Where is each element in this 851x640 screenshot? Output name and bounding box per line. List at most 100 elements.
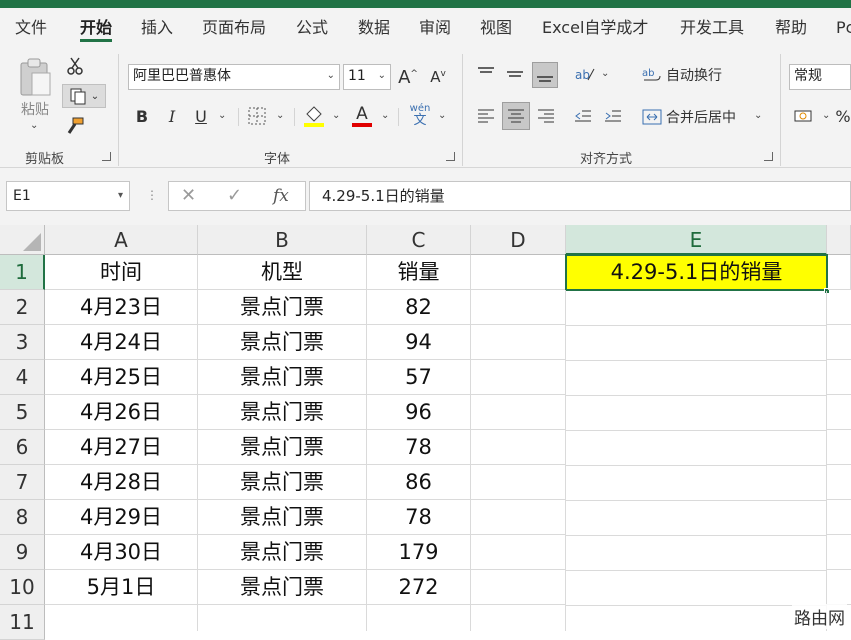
row-header-4[interactable]: 4 <box>0 360 45 395</box>
row-header-3[interactable]: 3 <box>0 325 45 360</box>
confirm-icon[interactable]: ✓ <box>227 182 242 210</box>
increase-font-size-button[interactable]: A^ <box>396 64 420 90</box>
cell-date[interactable]: 4月26日 <box>45 395 198 430</box>
tab-developer[interactable]: 开发工具 <box>680 8 744 48</box>
select-all-button[interactable] <box>0 225 45 255</box>
cell-b1[interactable]: 机型 <box>198 255 367 290</box>
phonetic-button[interactable]: wén 文 <box>406 102 434 130</box>
cell-type[interactable]: 景点门票 <box>198 535 367 570</box>
tab-data[interactable]: 数据 <box>358 8 390 48</box>
tab-excel-learning[interactable]: Excel自学成才 <box>542 8 648 48</box>
fill-color-dropdown-icon[interactable]: ⌄ <box>332 110 340 121</box>
tab-page-layout[interactable]: 页面布局 <box>202 8 266 48</box>
tab-insert[interactable]: 插入 <box>141 8 173 48</box>
tab-review[interactable]: 审阅 <box>419 8 451 48</box>
row-header-2[interactable]: 2 <box>0 290 45 325</box>
empty-column-d[interactable] <box>471 290 566 631</box>
cell-type[interactable]: 景点门票 <box>198 325 367 360</box>
borders-dropdown-icon[interactable]: ⌄ <box>276 110 284 121</box>
column-header-a[interactable]: A <box>45 225 198 255</box>
cell-type[interactable]: 景点门票 <box>198 360 367 395</box>
font-launcher-icon[interactable] <box>446 152 455 161</box>
row-header-6[interactable]: 6 <box>0 430 45 465</box>
bold-button[interactable]: B <box>132 104 152 128</box>
number-format-select[interactable]: 常规 <box>789 64 851 90</box>
formula-input[interactable]: 4.29-5.1日的销量 <box>309 181 851 211</box>
cancel-icon[interactable]: ✕ <box>181 182 196 210</box>
underline-dropdown-icon[interactable]: ⌄ <box>218 110 226 121</box>
cell-sales[interactable]: 86 <box>367 465 471 500</box>
underline-button[interactable]: U <box>191 104 211 128</box>
align-center-button[interactable] <box>502 102 530 130</box>
cell-c1[interactable]: 销量 <box>367 255 471 290</box>
row-header-5[interactable]: 5 <box>0 395 45 430</box>
decrease-indent-button[interactable] <box>571 104 595 128</box>
orientation-button[interactable]: ab <box>572 62 598 86</box>
align-middle-button[interactable] <box>503 62 527 86</box>
tab-help[interactable]: 帮助 <box>775 8 807 48</box>
name-box[interactable]: E1 ▾ <box>6 181 130 211</box>
cell-sales[interactable]: 78 <box>367 430 471 465</box>
font-color-dropdown-icon[interactable]: ⌄ <box>381 110 389 121</box>
cell-date[interactable]: 4月30日 <box>45 535 198 570</box>
cell-date[interactable]: 4月23日 <box>45 290 198 325</box>
paste-button[interactable]: 粘贴 <box>14 54 56 122</box>
align-left-button[interactable] <box>474 104 498 128</box>
cell-sales[interactable]: 179 <box>367 535 471 570</box>
cell-sales[interactable]: 94 <box>367 325 471 360</box>
cell-type[interactable]: 景点门票 <box>198 500 367 535</box>
paste-dropdown-icon[interactable]: ⌄ <box>30 120 38 131</box>
increase-indent-button[interactable] <box>601 104 625 128</box>
cell-sales[interactable]: 78 <box>367 500 471 535</box>
empty-column-f[interactable] <box>827 290 851 631</box>
phonetic-dropdown-icon[interactable]: ⌄ <box>438 110 446 121</box>
accounting-dropdown-icon[interactable]: ⌄ <box>822 110 830 121</box>
tab-home[interactable]: 开始 <box>80 8 112 48</box>
decrease-font-size-button[interactable]: Av <box>426 64 450 90</box>
tab-view[interactable]: 视图 <box>480 8 512 48</box>
cell-date[interactable]: 4月28日 <box>45 465 198 500</box>
tab-overflow[interactable]: Pc <box>836 8 851 48</box>
row-header-7[interactable]: 7 <box>0 465 45 500</box>
cell-type[interactable]: 景点门票 <box>198 570 367 605</box>
column-header-d[interactable]: D <box>471 225 566 255</box>
cell-date[interactable]: 5月1日 <box>45 570 198 605</box>
cell-type[interactable]: 景点门票 <box>198 290 367 325</box>
borders-button[interactable] <box>246 104 268 128</box>
merge-center-button[interactable]: 合并后居中 <box>642 104 752 130</box>
alignment-launcher-icon[interactable] <box>764 152 773 161</box>
cell-sales[interactable]: 82 <box>367 290 471 325</box>
cell-f1[interactable] <box>828 255 851 290</box>
empty-column-e[interactable] <box>566 291 827 631</box>
orientation-dropdown-icon[interactable]: ⌄ <box>601 68 609 79</box>
cell-type[interactable]: 景点门票 <box>198 465 367 500</box>
percent-icon[interactable]: % <box>836 104 850 128</box>
cell-type[interactable]: 景点门票 <box>198 395 367 430</box>
column-header-b[interactable]: B <box>198 225 367 255</box>
row-header-10[interactable]: 10 <box>0 570 45 605</box>
row-header-11[interactable]: 11 <box>0 605 45 640</box>
cell-e1-active[interactable]: 4.29-5.1日的销量 <box>565 254 828 291</box>
column-header-e[interactable]: E <box>566 225 827 255</box>
merge-dropdown-icon[interactable]: ⌄ <box>754 110 762 121</box>
row-header-8[interactable]: 8 <box>0 500 45 535</box>
cell-a1[interactable]: 时间 <box>45 255 198 290</box>
cell-date[interactable]: 4月27日 <box>45 430 198 465</box>
empty-row-11[interactable] <box>45 605 471 631</box>
cut-button[interactable] <box>64 54 86 78</box>
copy-button[interactable]: ⌄ <box>62 84 106 108</box>
align-bottom-button[interactable] <box>532 62 558 88</box>
tab-file[interactable]: 文件 <box>15 8 47 48</box>
font-color-button[interactable]: A <box>350 102 374 130</box>
cell-date[interactable]: 4月25日 <box>45 360 198 395</box>
cell-date[interactable]: 4月24日 <box>45 325 198 360</box>
tab-formulas[interactable]: 公式 <box>296 8 328 48</box>
font-size-select[interactable]: 11 ⌄ <box>343 64 391 90</box>
column-header-f[interactable] <box>827 225 851 255</box>
clipboard-launcher-icon[interactable] <box>102 152 111 161</box>
cell-sales[interactable]: 96 <box>367 395 471 430</box>
cell-sales[interactable]: 57 <box>367 360 471 395</box>
italic-button[interactable]: I <box>162 104 182 128</box>
cell-date[interactable]: 4月29日 <box>45 500 198 535</box>
insert-function-icon[interactable]: fx <box>273 182 289 210</box>
